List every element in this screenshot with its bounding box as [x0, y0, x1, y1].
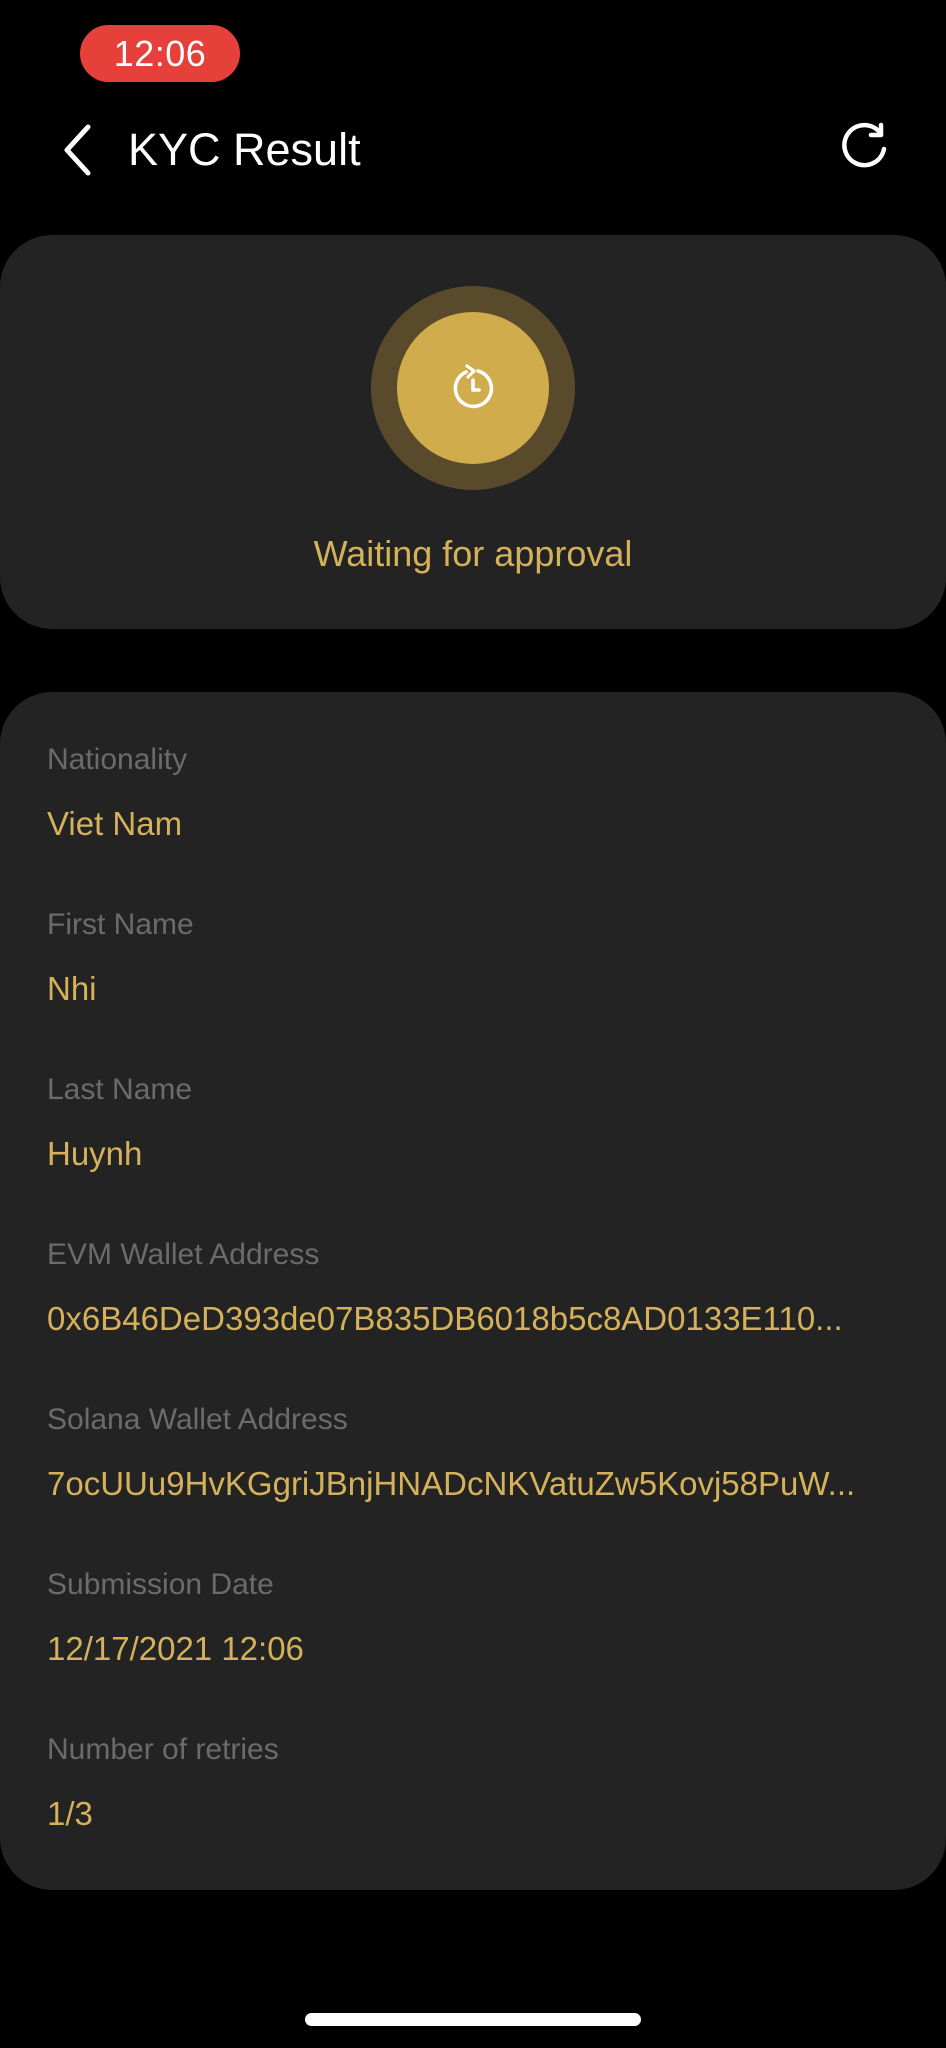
header: KYC Result — [0, 110, 946, 190]
field-label: Solana Wallet Address — [47, 1403, 348, 1436]
field-label: Number of retries — [47, 1733, 279, 1766]
refresh-icon — [842, 122, 887, 168]
field-value: Viet Nam — [47, 805, 183, 842]
field-evm-wallet-address: EVM Wallet Address 0x6B46DeD393de07B835D… — [47, 1237, 897, 1339]
field-label: First Name — [47, 908, 194, 941]
field-value: Nhi — [47, 970, 97, 1007]
field-first-name: First Name Nhi — [47, 907, 897, 1009]
status-core — [397, 312, 549, 464]
field-submission-date: Submission Date 12/17/2021 12:06 — [47, 1567, 897, 1669]
status-bar-time: 12:06 — [80, 25, 240, 82]
kyc-info-card: Nationality Viet Nam First Name Nhi Last… — [0, 692, 946, 1890]
status-indicator — [371, 286, 575, 490]
field-value: 1/3 — [47, 1795, 93, 1832]
refresh-button[interactable] — [834, 119, 894, 179]
field-value: Huynh — [47, 1135, 143, 1172]
back-button[interactable] — [52, 122, 102, 178]
field-last-name: Last Name Huynh — [47, 1072, 897, 1174]
field-value: 12/17/2021 12:06 — [47, 1630, 304, 1667]
page-title: KYC Result — [128, 124, 361, 175]
home-indicator[interactable] — [305, 2013, 641, 2026]
field-number-of-retries: Number of retries 1/3 — [47, 1732, 897, 1834]
status-text: Waiting for approval — [313, 533, 633, 574]
kyc-status-card: Waiting for approval — [0, 235, 946, 629]
chevron-left-icon — [64, 124, 91, 176]
field-nationality: Nationality Viet Nam — [47, 742, 897, 844]
field-value: 0x6B46DeD393de07B835DB6018b5c8AD0133E110… — [47, 1300, 843, 1337]
field-label: Last Name — [47, 1073, 193, 1106]
field-label: Nationality — [47, 743, 188, 776]
field-value: 7ocUUu9HvKGgriJBnjHNADcNKVatuZw5Kovj58Pu… — [47, 1465, 856, 1502]
clock-pending-icon — [453, 364, 494, 409]
field-solana-wallet-address: Solana Wallet Address 7ocUUu9HvKGgriJBnj… — [47, 1402, 897, 1504]
field-label: Submission Date — [47, 1568, 274, 1601]
field-label: EVM Wallet Address — [47, 1238, 320, 1271]
